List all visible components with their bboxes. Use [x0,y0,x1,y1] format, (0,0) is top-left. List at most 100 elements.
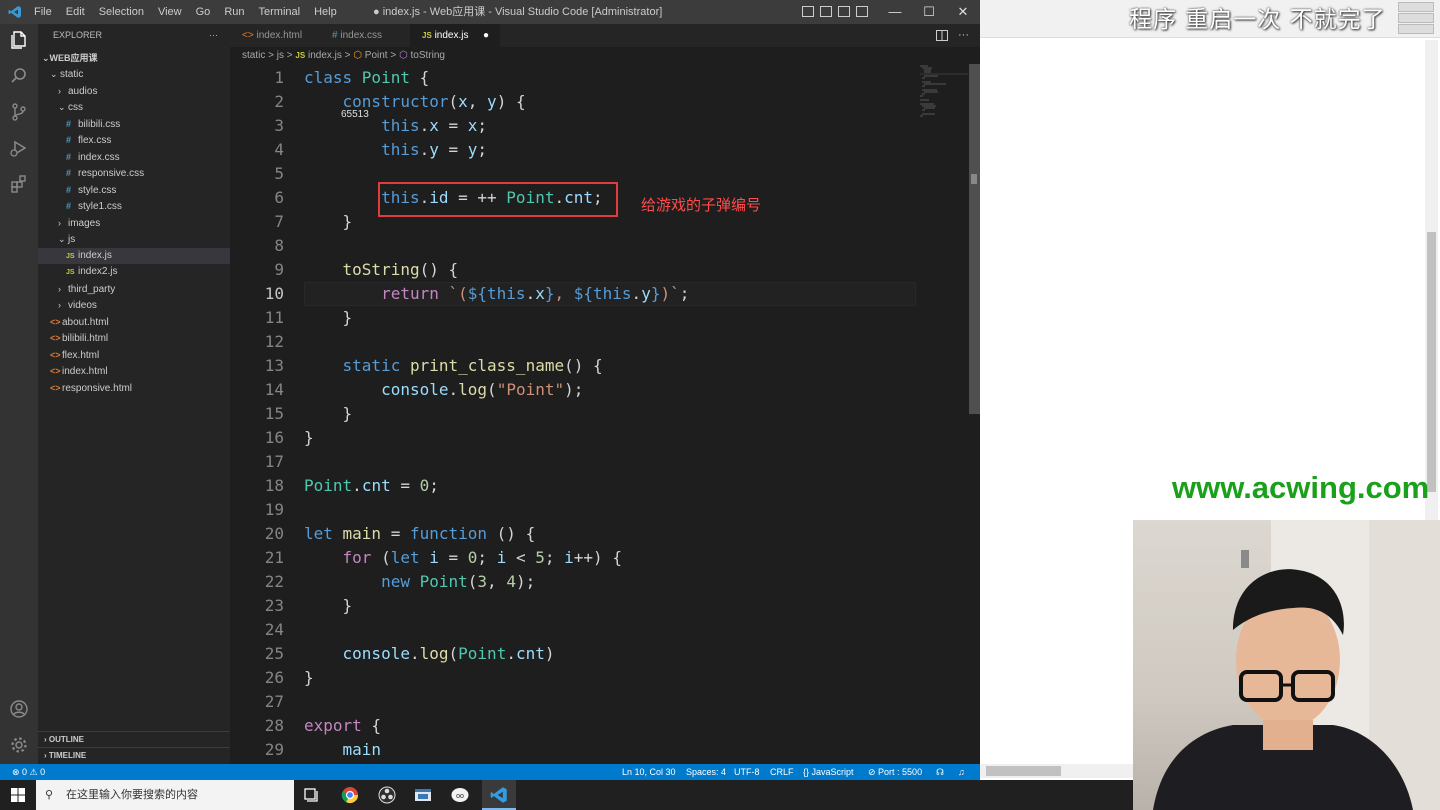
tree-folder[interactable]: ⌄ js [38,231,230,248]
task-view-icon[interactable] [304,788,320,802]
gear-icon[interactable] [9,735,29,755]
code-line[interactable]: } [304,666,314,690]
tree-file[interactable]: <>flex.html [38,347,230,364]
close-button[interactable]: ✕ [946,0,980,24]
customize-layout-icon[interactable] [856,6,868,17]
menu-item-terminal[interactable]: Terminal [252,6,308,18]
scrollbar-thumb[interactable] [986,766,1061,776]
code-line[interactable]: } [304,306,353,330]
menu-item-run[interactable]: Run [217,6,251,18]
tree-folder[interactable]: › images [38,215,230,232]
account-icon[interactable] [9,699,29,719]
tree-file[interactable]: <>about.html [38,314,230,331]
tree-file[interactable]: # bilibili.css [38,116,230,133]
run-debug-icon[interactable] [9,138,29,158]
tree-file[interactable]: JS index.js [38,247,230,264]
code-line[interactable]: static print_class_name() { [304,354,603,378]
more-editor-actions-button[interactable]: ··· [958,24,969,47]
breadcrumb-item[interactable]: index.js [308,50,342,61]
minimize-button[interactable] [1398,2,1434,12]
code-line[interactable]: } [304,210,353,234]
tree-file[interactable]: <>index.html [38,363,230,380]
feedback-icon[interactable]: ☊ [936,764,944,780]
unsaved-dot-icon[interactable]: ● [483,24,489,47]
tree-file[interactable]: <>responsive.html [38,380,230,397]
code-editor[interactable]: 1 class Point {2 constructor(x, y) {3 thi… [230,66,970,764]
chat-app-icon[interactable]: oo [451,786,469,804]
tree-file[interactable]: # responsive.css [38,165,230,182]
tree-folder[interactable]: › third_party [38,281,230,298]
tree-file[interactable]: JS index2.js [38,264,230,281]
tree-folder[interactable]: › videos [38,297,230,314]
menu-item-edit[interactable]: Edit [59,6,92,18]
tree-file[interactable]: # style1.css [38,198,230,215]
toggle-sidebar-icon[interactable] [802,6,814,17]
scrollbar-thumb[interactable] [1427,232,1436,492]
breadcrumb-item[interactable]: static [242,50,265,61]
taskbar-search-input[interactable]: ⚲ 在这里输入你要搜索的内容 [36,780,294,810]
code-line[interactable]: return `(${this.x}, ${this.y})`; [304,282,689,306]
obs-icon[interactable] [378,786,396,804]
search-icon[interactable] [9,66,29,86]
live-server-port[interactable]: ⊘ Port : 5500 [868,764,922,780]
maximize-button[interactable]: ☐ [912,0,946,24]
problems-indicator[interactable]: ⊗ 0 ⚠ 0 [12,764,45,780]
code-line[interactable]: } [304,426,314,450]
source-control-icon[interactable] [9,102,29,122]
tree-folder[interactable]: ⌄ css [38,99,230,116]
more-actions-button[interactable]: ··· [209,24,218,46]
breadcrumb-item[interactable]: Point [365,50,388,61]
toggle-secondary-sidebar-icon[interactable] [838,6,850,17]
tree-folder[interactable]: › audios [38,83,230,100]
language-mode[interactable]: {} JavaScript [803,764,854,780]
code-line[interactable]: this.x = x; [304,114,487,138]
tree-file[interactable]: # style.css [38,182,230,199]
minimize-button[interactable]: — [878,0,912,24]
code-line[interactable]: toString() { [304,258,459,282]
windows-start-icon[interactable] [11,788,25,802]
code-line[interactable]: console.log(Point.cnt) [304,642,555,666]
cursor-position[interactable]: Ln 10, Col 30 [622,764,676,780]
notifications-icon[interactable]: ♫ [958,764,965,780]
toggle-panel-icon[interactable] [820,6,832,17]
code-line[interactable]: for (let i = 0; i < 5; i++) { [304,546,622,570]
tree-file[interactable]: <>bilibili.html [38,330,230,347]
timeline-section[interactable]: › TIMELINE [38,747,230,763]
code-line[interactable]: let main = function () { [304,522,535,546]
code-line[interactable]: class Point { [304,66,429,90]
code-line[interactable]: } [304,402,353,426]
explorer-icon[interactable] [9,30,29,50]
breadcrumb-item[interactable]: js [277,50,284,61]
menu-item-go[interactable]: Go [189,6,218,18]
menu-item-view[interactable]: View [151,6,189,18]
code-line[interactable]: console.log("Point"); [304,378,583,402]
editor-scrollbar[interactable] [969,64,980,414]
tree-file[interactable]: # index.css [38,149,230,166]
code-line[interactable]: } [304,594,353,618]
browser-horizontal-scrollbar[interactable] [980,764,1135,778]
tab-index-js[interactable]: JS index.js ● [410,24,500,47]
code-line[interactable]: main [304,738,382,762]
close-button[interactable] [1398,24,1434,34]
code-line[interactable]: export { [304,714,381,738]
file-manager-icon[interactable] [414,786,432,804]
split-editor-icon[interactable] [936,30,948,41]
workspace-root[interactable]: ⌄WEB应用课 [42,50,98,66]
menu-item-selection[interactable]: Selection [92,6,151,18]
code-line[interactable]: constructor(x, y) { [304,90,526,114]
tree-folder[interactable]: ⌄ static [38,66,230,83]
eol-setting[interactable]: CRLF [770,764,794,780]
menu-item-file[interactable]: File [27,6,59,18]
code-line[interactable]: new Point(3, 4); [304,570,535,594]
indentation-setting[interactable]: Spaces: 4 [686,764,726,780]
tree-file[interactable]: # flex.css [38,132,230,149]
minimap[interactable] [918,64,968,124]
restore-button[interactable] [1398,13,1434,23]
menu-item-help[interactable]: Help [307,6,344,18]
outline-section[interactable]: › OUTLINE [38,731,230,747]
tab-index-html[interactable]: <> index.html [230,24,320,47]
tab-index-css[interactable]: # index.css [320,24,410,47]
chrome-icon[interactable] [341,786,359,804]
code-line[interactable]: Point.cnt = 0; [304,474,439,498]
code-line[interactable]: this.y = y; [304,138,487,162]
